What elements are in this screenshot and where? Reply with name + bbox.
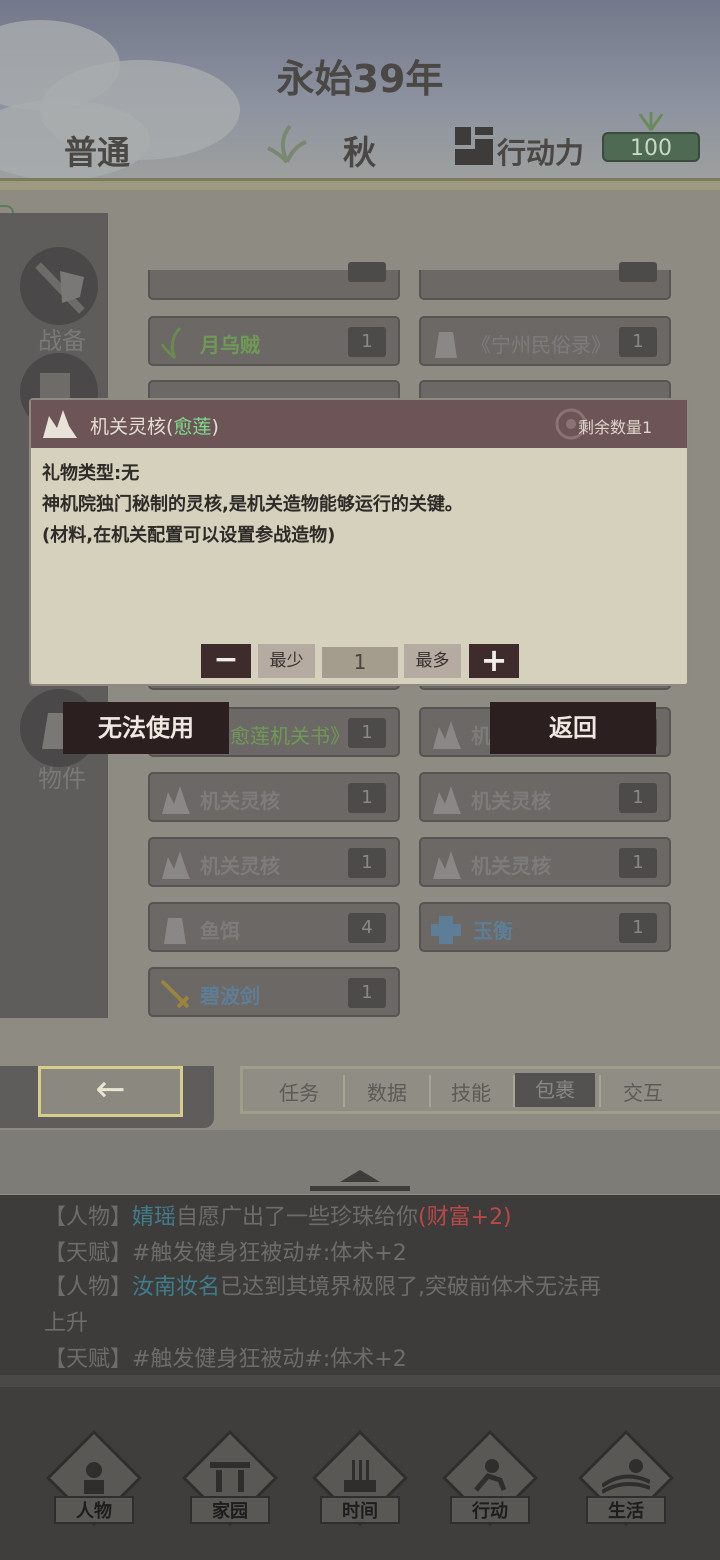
item-count: 4 bbox=[348, 913, 386, 943]
quantity-field[interactable]: 1 bbox=[322, 647, 398, 678]
item-name: 《宁州民俗录》 bbox=[471, 333, 611, 357]
nav-label: 时间 bbox=[320, 1496, 400, 1524]
landscape-icon bbox=[602, 1459, 650, 1494]
item-name: 鱼饵 bbox=[200, 919, 240, 943]
tab-data[interactable]: 数据 bbox=[345, 1077, 429, 1106]
inventory-slot[interactable]: 机关灵核 1 bbox=[148, 772, 400, 822]
gate-icon bbox=[210, 1462, 250, 1492]
nav-character[interactable]: 人物 bbox=[45, 1429, 143, 1536]
mech-core-icon bbox=[433, 851, 461, 879]
item-count: 1 bbox=[619, 913, 657, 943]
bag-icon bbox=[164, 918, 186, 944]
leaf-icon bbox=[638, 110, 664, 132]
item-count: 1 bbox=[348, 718, 386, 748]
item-name: 机关灵核 bbox=[471, 854, 551, 878]
mech-core-icon bbox=[433, 721, 461, 749]
tab-interact[interactable]: 交互 bbox=[601, 1077, 685, 1106]
inventory-slot[interactable]: 玉衡 1 bbox=[419, 902, 671, 952]
nav-time[interactable]: 时间 bbox=[311, 1429, 409, 1536]
sword-shield-icon bbox=[35, 262, 85, 314]
incense-icon bbox=[344, 1460, 376, 1492]
remaining-quantity: 剩余数量1 bbox=[578, 418, 653, 437]
item-name: 机关灵核 bbox=[200, 789, 280, 813]
mech-core-icon bbox=[162, 786, 190, 814]
max-button[interactable]: 最多 bbox=[404, 644, 461, 678]
nav-action[interactable]: 行动 bbox=[441, 1429, 539, 1536]
log-line: 上升 bbox=[44, 1311, 89, 1336]
difficulty-mode: 普通 bbox=[64, 133, 130, 172]
action-grid-icon bbox=[455, 127, 493, 165]
season-label: 秋 bbox=[343, 133, 376, 172]
item-description: 礼物类型:无 神机院独门秘制的灵核,是机关造物能够运行的关键。 (材料,在机关配… bbox=[42, 458, 672, 551]
inventory-slot[interactable] bbox=[148, 262, 400, 300]
nav-label: 行动 bbox=[450, 1496, 530, 1524]
header-divider bbox=[0, 178, 720, 190]
gift-type: 礼物类型:无 bbox=[42, 463, 140, 484]
item-count: 1 bbox=[348, 783, 386, 813]
usage-note: (材料,在机关配置可以设置参战造物) bbox=[42, 525, 336, 546]
sidebar-item-zhanbei[interactable] bbox=[20, 247, 98, 325]
tab-skills[interactable]: 技能 bbox=[429, 1077, 513, 1106]
return-button[interactable]: 返回 bbox=[490, 702, 656, 754]
item-count: 1 bbox=[348, 848, 386, 878]
person-icon bbox=[84, 1462, 104, 1494]
nav-life[interactable]: 生活 bbox=[577, 1429, 675, 1536]
item-count: 1 bbox=[619, 783, 657, 813]
item-count: 1 bbox=[348, 327, 386, 357]
increase-button[interactable]: + bbox=[469, 644, 519, 678]
action-points-label: 行动力 bbox=[497, 136, 585, 170]
item-name: 机关灵核 bbox=[471, 789, 551, 813]
sidebar-item-label: 物件 bbox=[38, 765, 86, 793]
inventory-slot[interactable]: 机关灵核 1 bbox=[419, 837, 671, 887]
inventory-slot[interactable]: 机关灵核 1 bbox=[148, 837, 400, 887]
min-button[interactable]: 最少 bbox=[258, 644, 315, 678]
dialog-title: 机关灵核(愈莲) bbox=[90, 416, 219, 438]
nav-home[interactable]: 家园 bbox=[181, 1429, 279, 1536]
inventory-slot[interactable]: 月乌贼 1 bbox=[148, 316, 400, 366]
inventory-slot[interactable]: 碧波剑 1 bbox=[148, 967, 400, 1017]
sword-icon bbox=[160, 979, 190, 1009]
log-divider bbox=[0, 1130, 720, 1194]
nav-label: 生活 bbox=[586, 1496, 666, 1524]
event-log: 【人物】婧瑶自愿广出了一些珍珠给你(财富+2) 【天赋】#触发健身狂被动#:体术… bbox=[0, 1195, 720, 1375]
inventory-slot[interactable]: 《宁州民俗录》 1 bbox=[419, 316, 671, 366]
log-line: 【天赋】#触发健身狂被动#:体术+2 bbox=[44, 1347, 407, 1372]
item-count: 1 bbox=[619, 327, 657, 357]
item-name: 碧波剑 bbox=[200, 984, 260, 1008]
nav-label: 人物 bbox=[54, 1496, 134, 1524]
item-count: 1 bbox=[619, 848, 657, 878]
runner-icon bbox=[474, 1459, 507, 1492]
mech-core-icon bbox=[43, 410, 77, 438]
back-arrow-button[interactable]: ← bbox=[38, 1066, 183, 1117]
inventory-slot[interactable]: 机关灵核 1 bbox=[419, 772, 671, 822]
bag-icon bbox=[435, 332, 457, 358]
log-line: 【人物】婧瑶自愿广出了一些珍珠给你(财富+2) bbox=[44, 1205, 512, 1230]
item-count: 1 bbox=[348, 978, 386, 1008]
description-text: 神机院独门秘制的灵核,是机关造物能够运行的关键。 bbox=[42, 494, 463, 515]
log-line: 【天赋】#触发健身狂被动#:体术+2 bbox=[44, 1241, 407, 1266]
tab-bar: 任务 数据 技能 包裹 交互 bbox=[240, 1066, 720, 1114]
mech-core-icon bbox=[433, 786, 461, 814]
item-name: 机关灵核 bbox=[200, 854, 280, 878]
item-name: 《愈莲机关书》 bbox=[210, 724, 350, 748]
year-title: 永始39年 bbox=[276, 57, 444, 101]
nav-label: 家园 bbox=[190, 1496, 270, 1524]
item-name: 机 bbox=[471, 724, 491, 748]
tab-inventory[interactable]: 包裹 bbox=[515, 1073, 595, 1107]
log-line: 【人物】汝南妆名已达到其境界极限了,突破前体术无法再 bbox=[44, 1275, 602, 1300]
action-points-value: 100 bbox=[602, 132, 700, 162]
herb-icon bbox=[160, 326, 182, 360]
item-name: 玉衡 bbox=[473, 919, 513, 943]
item-name: 月乌贼 bbox=[200, 333, 260, 357]
mech-core-icon bbox=[162, 851, 190, 879]
season-plant-icon bbox=[262, 120, 312, 164]
inventory-slot[interactable]: 鱼饵 4 bbox=[148, 902, 400, 952]
tab-task[interactable]: 任务 bbox=[257, 1077, 341, 1106]
decrease-button[interactable]: − bbox=[201, 644, 251, 678]
jade-icon bbox=[431, 916, 461, 944]
sidebar-item-label: 战备 bbox=[38, 327, 86, 355]
unusable-button[interactable]: 无法使用 bbox=[63, 702, 229, 754]
inventory-slot[interactable] bbox=[419, 262, 671, 300]
